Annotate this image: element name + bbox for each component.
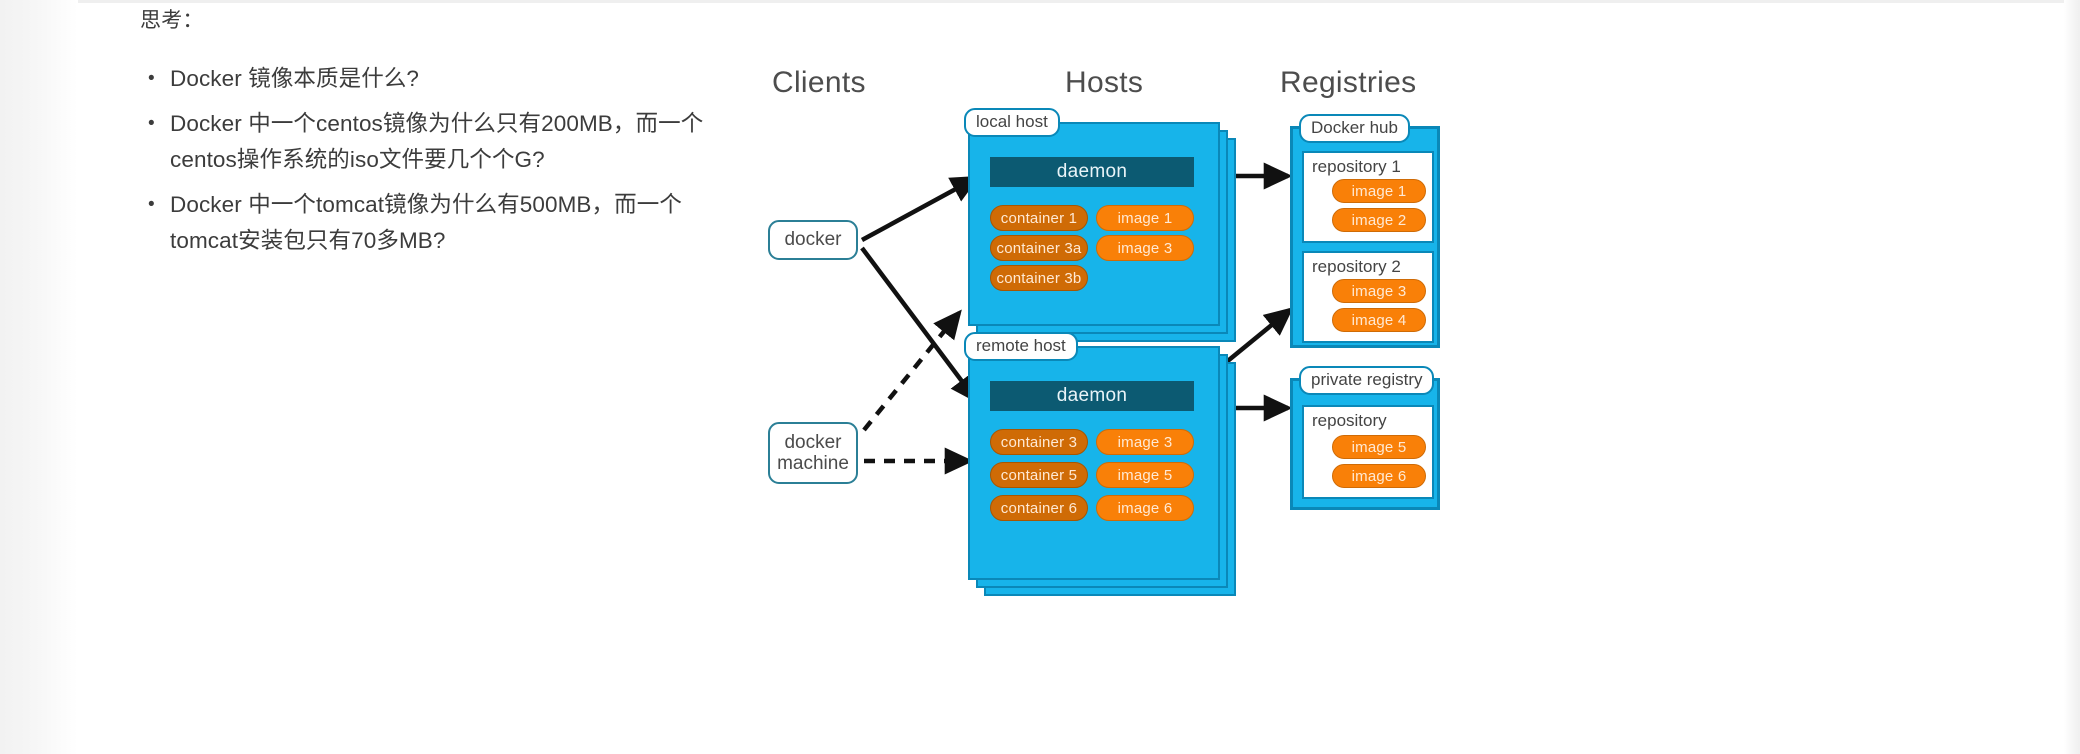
list-item-line-1: Docker 中一个tomcat镜像为什么有500MB，而一个: [170, 192, 682, 218]
host-remote-container-2[interactable]: container 5: [990, 462, 1088, 488]
column-heading-clients: Clients: [772, 66, 866, 99]
slide-top-divider: [78, 0, 2064, 3]
slide-page: 思考： • Docker 镜像本质是什么? • Docker 中一个centos…: [0, 0, 2080, 754]
host-local-tag: local host: [964, 108, 1060, 137]
list-item-line-2: tomcat安装包只有70多MB?: [170, 228, 446, 254]
docker-hub-repository-1[interactable]: repository 1 image 1 image 2: [1302, 151, 1434, 243]
host-remote-image-3[interactable]: image 6: [1096, 495, 1194, 521]
column-heading-hosts: Hosts: [1065, 66, 1144, 99]
docker-hub-repo2-image-1[interactable]: image 3: [1332, 279, 1426, 303]
bullet-marker-icon: •: [148, 113, 155, 135]
host-local-container-2[interactable]: container 3a: [990, 235, 1088, 261]
host-remote[interactable]: remote host daemon container 3 container…: [964, 332, 1238, 596]
list-item-text: Docker 中一个tomcat镜像为什么有500MB，而一个 tomcat安装…: [170, 187, 682, 259]
docker-hub-repository-2[interactable]: repository 2 image 3 image 4: [1302, 251, 1434, 343]
registry-docker-hub[interactable]: Docker hub repository 1 image 1 image 2 …: [1290, 114, 1440, 348]
host-local-container-1[interactable]: container 1: [990, 205, 1088, 231]
host-remote-image-1[interactable]: image 3: [1096, 429, 1194, 455]
registry-private-tag: private registry: [1299, 366, 1435, 395]
bullet-marker-icon: •: [148, 68, 155, 90]
list-item-line-1: Docker 镜像本质是什么?: [170, 66, 420, 92]
question-list: • Docker 镜像本质是什么? • Docker 中一个centos镜像为什…: [140, 61, 780, 259]
private-registry-image-2[interactable]: image 6: [1332, 464, 1426, 488]
host-remote-image-2[interactable]: image 5: [1096, 462, 1194, 488]
private-registry-repository-label: repository: [1312, 411, 1387, 430]
prompt-label: 思考：: [140, 9, 204, 32]
left-gutter: [0, 0, 78, 754]
client-docker-machine[interactable]: docker machine: [768, 422, 858, 484]
edge-docker-to-remote-daemon: [860, 246, 979, 404]
bullet-marker-icon: •: [148, 194, 155, 216]
private-registry-image-1[interactable]: image 5: [1332, 435, 1426, 459]
docker-hub-repo1-image-2[interactable]: image 2: [1332, 208, 1426, 232]
list-item: • Docker 中一个centos镜像为什么只有200MB，而一个 cento…: [140, 106, 780, 178]
host-local-image-2[interactable]: image 3: [1096, 235, 1194, 261]
list-item: • Docker 中一个tomcat镜像为什么有500MB，而一个 tomcat…: [140, 187, 780, 259]
host-local-daemon: daemon: [990, 157, 1194, 187]
registry-private[interactable]: private registry repository image 5 imag…: [1290, 366, 1440, 510]
list-item: • Docker 镜像本质是什么?: [140, 61, 780, 97]
docker-hub-repository-1-label: repository 1: [1312, 157, 1401, 176]
docker-hub-repo2-image-2[interactable]: image 4: [1332, 308, 1426, 332]
client-docker-label: docker: [784, 229, 842, 251]
docker-architecture-diagram: Clients Hosts Registries docker docker m…: [760, 48, 2050, 748]
host-remote-container-3[interactable]: container 6: [990, 495, 1088, 521]
host-local[interactable]: local host daemon container 1 container …: [964, 108, 1238, 342]
client-docker-machine-label-line2: machine: [777, 453, 849, 474]
list-item-line-1: Docker 中一个centos镜像为什么只有200MB，而一个: [170, 111, 704, 137]
host-local-container-3[interactable]: container 3b: [990, 265, 1088, 291]
client-docker-machine-label-line1: docker: [784, 431, 842, 453]
host-local-image-1[interactable]: image 1: [1096, 205, 1194, 231]
list-item-text: Docker 镜像本质是什么?: [170, 61, 419, 97]
registry-docker-hub-tag: Docker hub: [1299, 114, 1410, 143]
list-item-text: Docker 中一个centos镜像为什么只有200MB，而一个 centos操…: [170, 106, 703, 178]
docker-hub-repository-2-label: repository 2: [1312, 257, 1401, 276]
edge-machine-to-local-host: [862, 309, 962, 432]
host-remote-tag: remote host: [964, 332, 1078, 361]
column-heading-registries: Registries: [1280, 66, 1417, 99]
docker-hub-repo1-image-1[interactable]: image 1: [1332, 179, 1426, 203]
host-remote-daemon: daemon: [990, 381, 1194, 411]
right-gutter: [2064, 0, 2080, 754]
text-column: 思考： • Docker 镜像本质是什么? • Docker 中一个centos…: [140, 6, 780, 268]
private-registry-repository[interactable]: repository image 5 image 6: [1302, 405, 1434, 499]
edge-docker-to-local-daemon: [860, 175, 980, 242]
list-item-line-2: centos操作系统的iso文件要几个个G?: [170, 147, 545, 173]
client-docker[interactable]: docker: [768, 220, 858, 260]
host-remote-container-1[interactable]: container 3: [990, 429, 1088, 455]
